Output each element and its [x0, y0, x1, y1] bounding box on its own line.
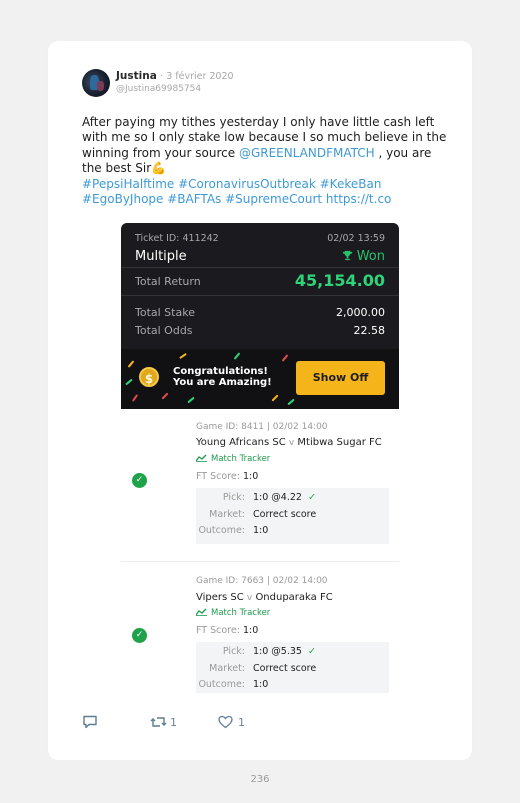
confetti [187, 396, 195, 404]
check-icon: ✓ [307, 646, 316, 657]
divider [121, 561, 399, 562]
author-handle[interactable]: @Justina69985754 [116, 84, 201, 94]
coin-icon: $ [139, 367, 159, 387]
confetti [125, 378, 133, 386]
mention-link[interactable]: @GREENLANDFMATCH [239, 146, 375, 160]
tweet-author-line: Justina · 3 février 2020 [116, 70, 234, 82]
congrats-line-2: You are Amazing! [173, 377, 272, 388]
tweet-url[interactable]: https://t.co [326, 192, 391, 206]
confetti [271, 394, 279, 402]
show-off-button[interactable]: Show Off [296, 361, 385, 395]
author-name[interactable]: Justina [116, 70, 157, 82]
home-team: Young Africans SC [196, 437, 286, 448]
pick-value: 1:0 @4.22 [253, 492, 302, 503]
match-teams: Young Africans SC v Mtibwa Sugar FC [196, 437, 382, 448]
pick-label: Pick: [222, 646, 245, 657]
ticket-date: 02/02 13:59 [327, 233, 385, 244]
reply-button[interactable] [82, 715, 98, 729]
congrats-line-1: Congratulations! [173, 366, 268, 377]
total-odds-label: Total Odds [135, 324, 193, 337]
ft-score-value: 1:0 [242, 625, 259, 636]
ticket-header-panel: Ticket ID: 411242 02/02 13:59 Multiple W… [121, 223, 399, 409]
retweet-button[interactable]: 1 [150, 715, 177, 729]
tweet-text: After paying my tithes yesterday I only … [82, 115, 452, 207]
confetti [161, 392, 169, 400]
tweet-card: Justina · 3 février 2020 @Justina6998575… [48, 41, 472, 760]
bet-ticket-screenshot: Ticket ID: 411242 02/02 13:59 Multiple W… [121, 223, 399, 693]
market-value: Correct score [253, 509, 317, 520]
match-tracker-label: Match Tracker [211, 608, 271, 618]
market-value: Correct score [253, 663, 317, 674]
pick-details: Pick: 1:0 @4.22 ✓ Market: Correct score Out… [196, 488, 389, 544]
match-tracker-link[interactable]: Match Tracker [196, 608, 270, 618]
confetti [233, 352, 241, 360]
tweet-date[interactable]: · 3 février 2020 [160, 71, 233, 82]
outcome-label: Outcome: [198, 679, 245, 690]
away-team: Onduparaka FC [255, 592, 333, 603]
check-icon: ✓ [132, 473, 147, 488]
won-label: Won [356, 249, 385, 264]
bet-type: Multiple [135, 249, 187, 264]
total-stake-value: 2,000.00 [336, 306, 385, 319]
game-item: ✓ Game ID: 8411 | 02/02 14:00 Young Afri… [121, 419, 399, 569]
divider [121, 295, 399, 296]
congrats-text: Congratulations! You are Amazing! [173, 366, 272, 388]
outcome-value: 1:0 [253, 525, 269, 536]
versus-label: v [246, 593, 253, 603]
pick-value: 1:0 @5.35 [253, 646, 302, 657]
match-tracker-label: Match Tracker [211, 454, 271, 464]
confetti [179, 352, 187, 360]
match-teams: Vipers SC v Onduparaka FC [196, 592, 333, 603]
heart-icon [218, 715, 233, 729]
market-label: Market: [209, 509, 245, 520]
avatar[interactable] [82, 69, 110, 97]
like-count: 1 [238, 716, 245, 729]
tweet-actions: 1 1 [82, 715, 282, 735]
game-id-line: Game ID: 8411 | 02/02 14:00 [196, 422, 328, 432]
ft-score-value: 1:0 [242, 471, 259, 482]
confetti [287, 398, 295, 406]
ft-score: FT Score: 1:0 [196, 625, 258, 636]
outcome-value: 1:0 [253, 679, 269, 690]
retweet-count: 1 [170, 716, 177, 729]
confetti [127, 360, 135, 368]
confetti [281, 354, 289, 362]
game-item: ✓ Game ID: 7663 | 02/02 14:00 Vipers SC … [121, 573, 399, 693]
flexed-biceps-emoji: 💪 [151, 161, 167, 176]
congrats-banner: $ Congratulations! You are Amazing! Show… [121, 349, 399, 409]
retweet-icon [150, 717, 167, 727]
check-icon: ✓ [132, 628, 147, 643]
match-tracker-link[interactable]: Match Tracker [196, 454, 270, 464]
market-label: Market: [209, 663, 245, 674]
versus-label: v [288, 438, 295, 448]
total-return-label: Total Return [135, 275, 201, 288]
ticket-id: Ticket ID: 411242 [135, 233, 219, 244]
total-odds-value: 22.58 [353, 324, 386, 337]
home-team: Vipers SC [196, 592, 244, 603]
ft-score: FT Score: 1:0 [196, 471, 258, 482]
confetti [131, 394, 139, 402]
ft-score-label: FT Score: [196, 471, 240, 482]
away-team: Mtibwa Sugar FC [297, 437, 382, 448]
total-return-value: 45,154.00 [294, 271, 385, 290]
reply-icon [83, 715, 97, 729]
divider [121, 267, 399, 268]
like-button[interactable]: 1 [218, 715, 245, 729]
total-stake-label: Total Stake [135, 306, 195, 319]
pick-label: Pick: [222, 492, 245, 503]
ft-score-label: FT Score: [196, 625, 240, 636]
match-tracker-icon [196, 608, 207, 616]
game-id-line: Game ID: 7663 | 02/02 14:00 [196, 576, 328, 586]
outcome-label: Outcome: [198, 525, 245, 536]
page-number: 236 [250, 774, 270, 785]
check-icon: ✓ [307, 492, 316, 503]
won-status: Won [342, 249, 385, 264]
match-tracker-icon [196, 454, 207, 462]
pick-details: Pick: 1:0 @5.35 ✓ Market: Correct score Out… [196, 642, 389, 693]
trophy-icon [342, 250, 352, 261]
